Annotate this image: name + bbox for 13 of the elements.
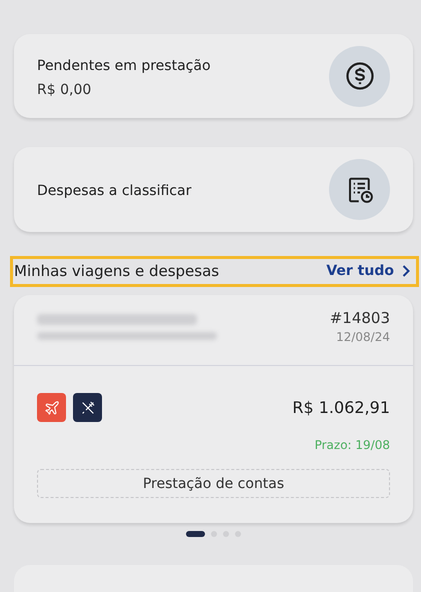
trip-date: 12/08/24 xyxy=(335,330,390,344)
card-title: Pendentes em prestação xyxy=(37,58,211,74)
section-title: Minhas viagens e despesas xyxy=(14,262,220,280)
see-all-link[interactable]: Ver tudo xyxy=(326,263,410,280)
summary-card[interactable]: Pendentes em prestação R$ 0,00 xyxy=(14,34,413,118)
card-title: Despesas a classificar xyxy=(37,183,192,200)
card-value: R$ 0,00 xyxy=(37,82,92,98)
deadline-text: Prazo: 19/08 xyxy=(314,438,390,452)
trip-amount: R$ 1.062,91 xyxy=(292,398,390,418)
trip-card[interactable]: #14803 12/08/24 R$ 1.062,91 Prazo: 19/08 Prestação de contas xyxy=(14,295,413,524)
summary-card[interactable]: Despesas a classificar xyxy=(14,147,413,232)
trip-number: #14803 xyxy=(330,309,390,328)
accountability-button[interactable]: Prestação de contas xyxy=(37,469,390,498)
